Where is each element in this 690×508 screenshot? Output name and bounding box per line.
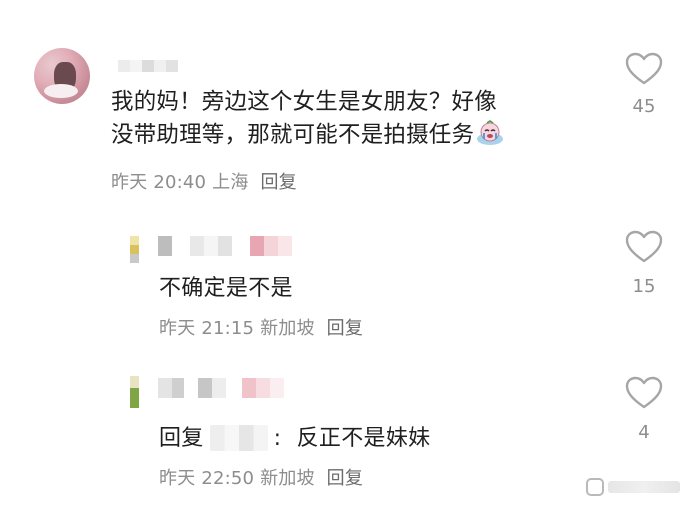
reply1-avatar[interactable] bbox=[128, 232, 146, 268]
watermark-logo-icon bbox=[586, 478, 604, 496]
comment-body: 我的妈！旁边这个女生是女朋友？好像 没带助理等，那就可能不是拍摄任务 bbox=[111, 86, 611, 152]
heart-outline-icon bbox=[625, 52, 663, 85]
reply1-meta: 昨天 21:15 新加坡 回复 bbox=[159, 314, 363, 340]
reply2-avatar[interactable] bbox=[128, 374, 146, 410]
crying-emoji-sticker-icon bbox=[476, 120, 504, 146]
reply2-text: 反正不是妹妹 bbox=[296, 426, 431, 451]
reply2-mention-redacted[interactable] bbox=[209, 425, 268, 451]
reply2-meta: 昨天 22:50 新加坡 回复 bbox=[159, 464, 363, 490]
comment-text-line1: 我的妈！旁边这个女生是女朋友？好像 bbox=[111, 89, 497, 115]
heart-outline-icon bbox=[625, 376, 663, 409]
reply2-location: 新加坡 bbox=[260, 468, 315, 489]
reply2-reply-button[interactable]: 回复 bbox=[327, 468, 363, 489]
avatar-highlight bbox=[44, 84, 78, 98]
reply2-text-row: 回复: 反正不是妹妹 bbox=[159, 420, 430, 452]
comment-meta: 昨天 20:40 上海 回复 bbox=[111, 168, 297, 194]
reply1-time: 昨天 21:15 bbox=[159, 318, 255, 339]
reply1-like-button[interactable]: 15 bbox=[624, 230, 664, 297]
comment-text-line2-content: 没带助理等，那就可能不是拍摄任务 bbox=[111, 122, 475, 148]
watermark bbox=[586, 476, 680, 498]
comment-like-button[interactable]: 45 bbox=[624, 52, 664, 117]
heart-outline-icon bbox=[625, 230, 663, 263]
reply1-location: 新加坡 bbox=[260, 318, 315, 339]
comment-like-count: 45 bbox=[632, 96, 656, 117]
watermark-text-redacted bbox=[608, 481, 680, 493]
reply2-like-count: 4 bbox=[638, 422, 650, 443]
comment-avatar[interactable] bbox=[34, 48, 90, 104]
reply2-separator: : bbox=[273, 426, 282, 451]
reply2-like-button[interactable]: 4 bbox=[624, 376, 664, 443]
reply2-reply-prefix: 回复 bbox=[159, 426, 204, 451]
reply2-time: 昨天 22:50 bbox=[159, 468, 255, 489]
reply1-like-count: 15 bbox=[632, 276, 656, 297]
reply1-username-redacted[interactable] bbox=[158, 236, 292, 256]
comment-text-line2: 没带助理等，那就可能不是拍摄任务 bbox=[111, 119, 611, 152]
comment-time: 昨天 20:40 bbox=[111, 172, 207, 193]
reply1-reply-button[interactable]: 回复 bbox=[327, 318, 363, 339]
comment-location: 上海 bbox=[212, 172, 249, 193]
comment-reply-button[interactable]: 回复 bbox=[260, 172, 296, 193]
comment-username-redacted[interactable] bbox=[118, 60, 178, 72]
reply1-text: 不确定是不是 bbox=[159, 276, 293, 301]
reply2-username-redacted[interactable] bbox=[158, 378, 284, 398]
